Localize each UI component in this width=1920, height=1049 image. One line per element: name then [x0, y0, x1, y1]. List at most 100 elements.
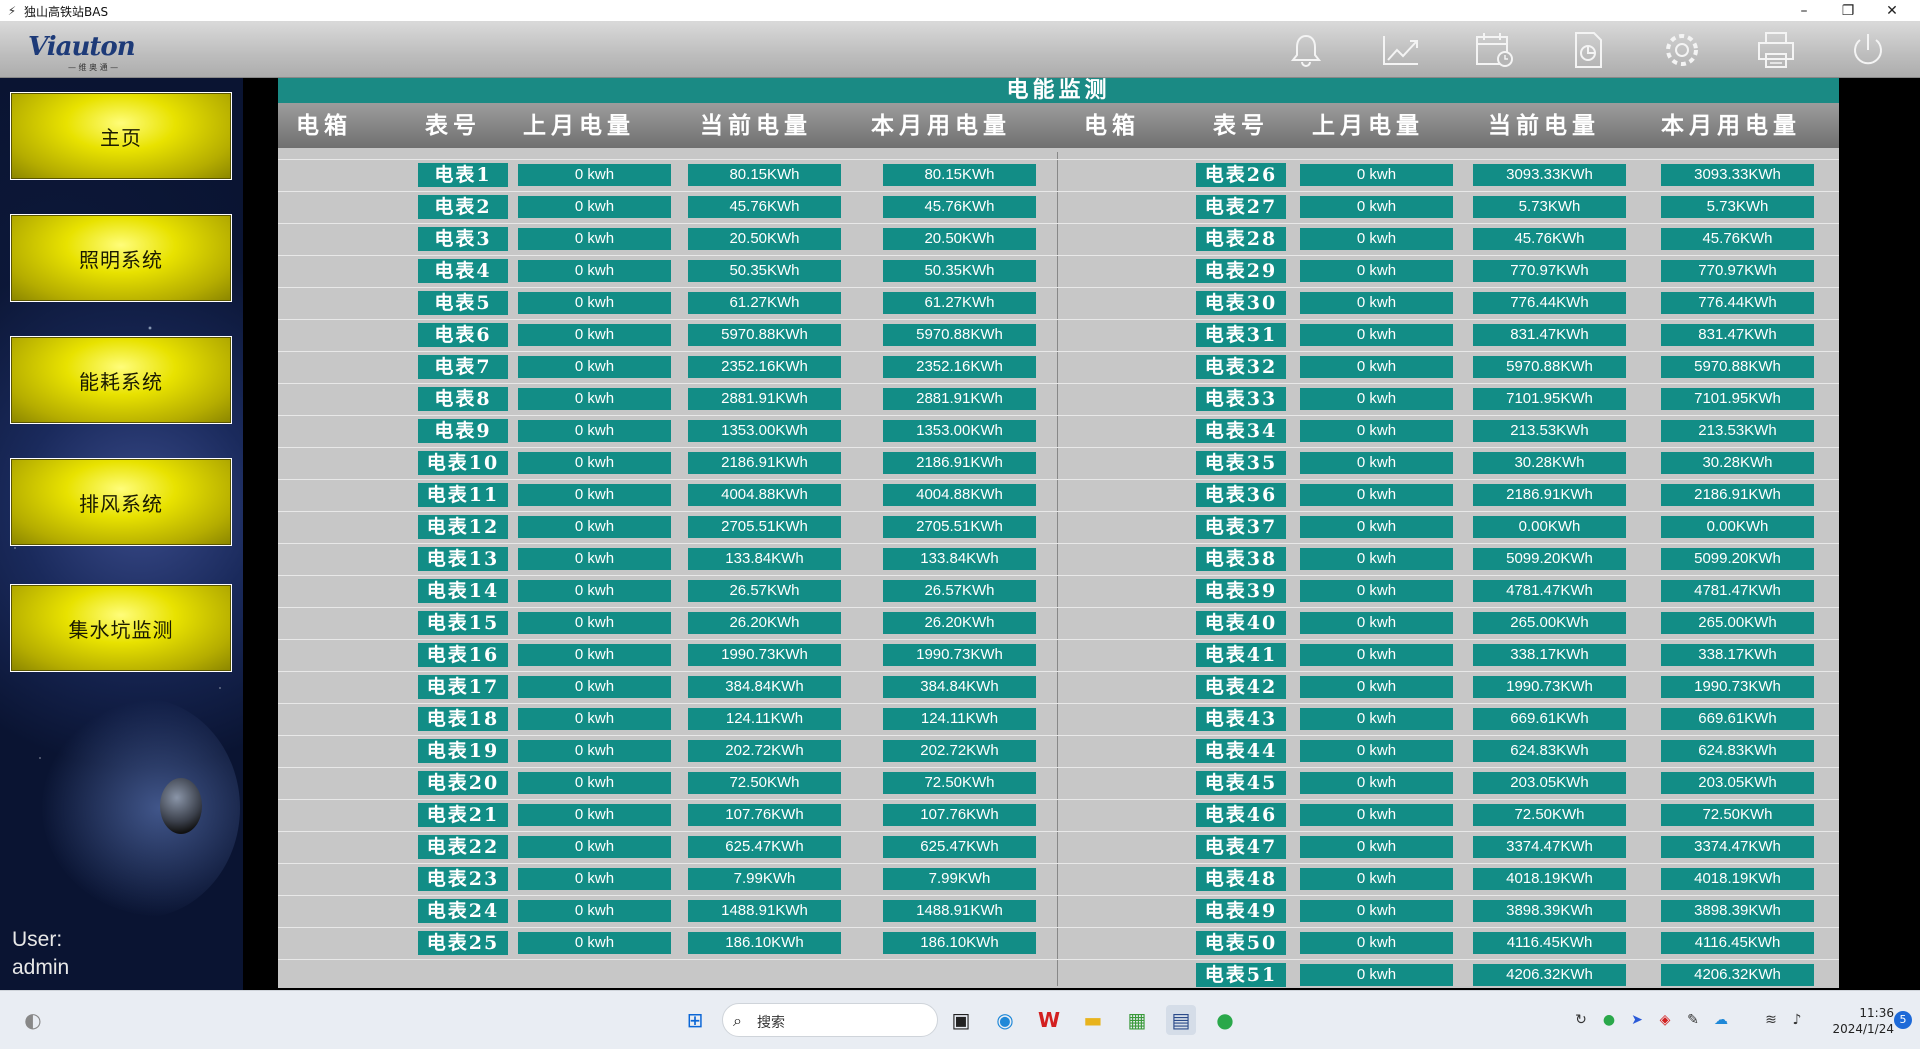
month-usage-cell: 1353.00KWh: [883, 420, 1036, 442]
current-reading-cell: 4004.88KWh: [688, 484, 841, 506]
trend-chart-icon[interactable]: [1378, 30, 1422, 70]
meter-id-cell: 电表28: [1196, 227, 1286, 251]
tray-app-icon[interactable]: ✎: [1682, 1009, 1704, 1031]
current-reading-cell: 624.83KWh: [1473, 740, 1626, 762]
month-usage-cell: 203.05KWh: [1661, 772, 1814, 794]
meter-id-cell: 电表11: [418, 483, 508, 507]
header-box-right: 电箱: [1084, 112, 1140, 139]
header-meter-left: 表号: [425, 112, 481, 139]
row-separator: [278, 831, 1839, 832]
tray-arrow-icon[interactable]: ➤: [1626, 1009, 1648, 1031]
month-usage-cell: 770.97KWh: [1661, 260, 1814, 282]
current-reading-cell: 384.84KWh: [688, 676, 841, 698]
nav-ventilation-button[interactable]: 排风系统: [10, 458, 232, 546]
last-month-cell: 0 kwh: [518, 612, 671, 634]
printer-icon[interactable]: [1754, 30, 1798, 70]
current-reading-cell: 72.50KWh: [1473, 804, 1626, 826]
panel-title: 电能监测: [278, 78, 1839, 103]
window-title: 独山高铁站BAS: [24, 5, 109, 19]
restore-button[interactable]: ❐: [1826, 0, 1870, 22]
nav-home-button[interactable]: 主页: [10, 92, 232, 180]
current-reading-cell: 1990.73KWh: [1473, 676, 1626, 698]
last-month-cell: 0 kwh: [518, 548, 671, 570]
window-titlebar: ⚡ 独山高铁站BAS – ❐ ✕: [0, 0, 1920, 22]
month-usage-cell: 2881.91KWh: [883, 388, 1036, 410]
current-reading-cell: 45.76KWh: [688, 196, 841, 218]
taskbar-search[interactable]: ⌕ 搜索: [722, 1003, 938, 1037]
sidebar: 主页 照明系统 能耗系统 排风系统 集水坑监测 User: admin: [0, 78, 243, 990]
taskbar-clock[interactable]: 11:36 2024/1/24: [1808, 1005, 1894, 1037]
settings-gear-icon[interactable]: [1660, 30, 1704, 70]
current-reading-cell: 7.99KWh: [688, 868, 841, 890]
tray-icon-1[interactable]: ↻: [1570, 1009, 1592, 1031]
last-month-cell: 0 kwh: [518, 452, 671, 474]
tray-shield-icon[interactable]: ◈: [1654, 1009, 1676, 1031]
tray-wechat-icon[interactable]: ●: [1598, 1009, 1620, 1031]
last-month-cell: 0 kwh: [1300, 484, 1453, 506]
row-separator: [278, 159, 1839, 160]
month-usage-cell: 4206.32KWh: [1661, 964, 1814, 986]
nav-sump-pit-label: 集水坑监测: [68, 617, 174, 642]
row-separator: [278, 703, 1839, 704]
power-icon[interactable]: [1846, 30, 1890, 70]
meter-id-cell: 电表16: [418, 643, 508, 667]
nav-lighting-label: 照明系统: [79, 247, 163, 272]
bell-icon[interactable]: [1284, 30, 1328, 70]
row-separator: [278, 415, 1839, 416]
month-usage-cell: 1990.73KWh: [1661, 676, 1814, 698]
windows-start-icon[interactable]: ⊞: [680, 1005, 710, 1035]
nebula-decoration: [40, 698, 240, 918]
search-placeholder: 搜索: [757, 1015, 785, 1031]
month-usage-cell: 1990.73KWh: [883, 644, 1036, 666]
current-reading-cell: 26.57KWh: [688, 580, 841, 602]
month-usage-cell: 72.50KWh: [1661, 804, 1814, 826]
volume-icon[interactable]: ♪: [1786, 1009, 1808, 1031]
row-separator: [278, 959, 1839, 960]
current-reading-cell: 776.44KWh: [1473, 292, 1626, 314]
meter-id-cell: 电表50: [1196, 931, 1286, 955]
month-usage-cell: 186.10KWh: [883, 932, 1036, 954]
meter-id-cell: 电表27: [1196, 195, 1286, 219]
report-document-icon[interactable]: [1566, 30, 1610, 70]
wifi-icon[interactable]: ≋: [1760, 1009, 1782, 1031]
task-view-icon[interactable]: ▣: [946, 1005, 976, 1035]
row-separator: [278, 319, 1839, 320]
file-explorer-icon[interactable]: ▬: [1078, 1005, 1108, 1035]
month-usage-cell: 80.15KWh: [883, 164, 1036, 186]
row-separator: [278, 607, 1839, 608]
last-month-cell: 0 kwh: [1300, 676, 1453, 698]
meter-id-cell: 电表17: [418, 675, 508, 699]
last-month-cell: 0 kwh: [518, 388, 671, 410]
app-grid-icon[interactable]: ▦: [1122, 1005, 1152, 1035]
nav-energy-button[interactable]: 能耗系统: [10, 336, 232, 424]
current-reading-cell: 7101.95KWh: [1473, 388, 1626, 410]
last-month-cell: 0 kwh: [518, 484, 671, 506]
wechat-icon[interactable]: ●: [1210, 1005, 1240, 1035]
weather-widget-icon[interactable]: ◐: [18, 1005, 48, 1035]
search-icon: ⌕: [733, 1011, 742, 1030]
current-reading-cell: 124.11KWh: [688, 708, 841, 730]
last-month-cell: 0 kwh: [518, 900, 671, 922]
current-reading-cell: 5970.88KWh: [1473, 356, 1626, 378]
wps-office-icon[interactable]: W: [1034, 1005, 1064, 1035]
nav-ventilation-label: 排风系统: [79, 491, 163, 516]
current-reading-cell: 4781.47KWh: [1473, 580, 1626, 602]
edge-browser-icon[interactable]: ◉: [990, 1005, 1020, 1035]
month-usage-cell: 7101.95KWh: [1661, 388, 1814, 410]
tray-cloud-icon[interactable]: ☁: [1710, 1009, 1732, 1031]
row-separator: [278, 511, 1839, 512]
meter-id-cell: 电表12: [418, 515, 508, 539]
meter-id-cell: 电表1: [418, 163, 508, 187]
last-month-cell: 0 kwh: [518, 868, 671, 890]
nav-lighting-button[interactable]: 照明系统: [10, 214, 232, 302]
notification-badge[interactable]: 5: [1894, 1011, 1912, 1029]
meter-id-cell: 电表42: [1196, 675, 1286, 699]
minimize-button[interactable]: –: [1782, 0, 1826, 22]
month-usage-cell: 7.99KWh: [883, 868, 1036, 890]
bas-app-icon[interactable]: ▤: [1166, 1005, 1196, 1035]
calendar-clock-icon[interactable]: [1472, 30, 1516, 70]
nav-sump-pit-button[interactable]: 集水坑监测: [10, 584, 232, 672]
row-separator: [278, 479, 1839, 480]
last-month-cell: 0 kwh: [1300, 452, 1453, 474]
close-button[interactable]: ✕: [1870, 0, 1914, 22]
